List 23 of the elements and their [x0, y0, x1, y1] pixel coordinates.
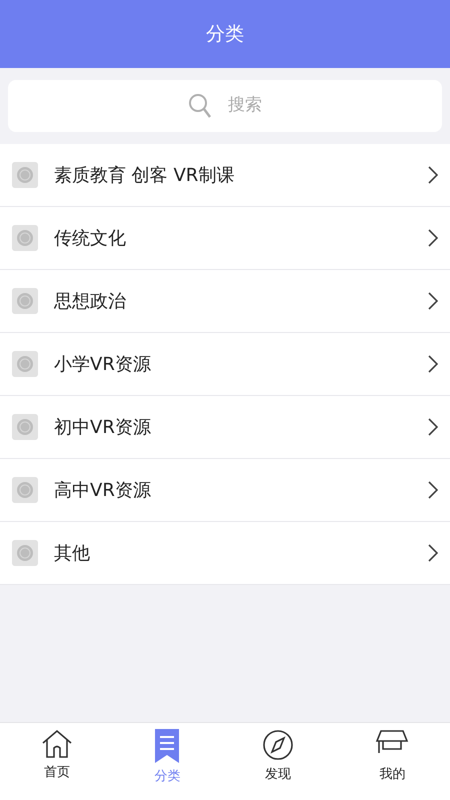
tab-button[interactable]: 分类	[114, 723, 221, 800]
search-icon	[188, 93, 212, 119]
category-row[interactable]: 初中VR资源	[0, 396, 450, 459]
tab-button[interactable]: 发现	[221, 723, 334, 800]
compass-icon	[262, 729, 294, 761]
chevron-icon	[428, 292, 438, 310]
home-icon	[40, 729, 73, 759]
tab-button[interactable]: 我的	[334, 723, 450, 800]
category-row[interactable]: 传统文化	[0, 207, 450, 270]
category-row[interactable]: 高中VR资源	[0, 459, 450, 522]
chevron-icon	[428, 544, 438, 562]
list-icon	[155, 729, 180, 763]
category-row[interactable]: 小学VR资源	[0, 333, 450, 396]
chevron-icon	[428, 229, 438, 247]
chevron-icon	[428, 481, 438, 499]
category-row[interactable]: 思想政治	[0, 270, 450, 333]
chevron-icon	[428, 418, 438, 436]
category-row[interactable]: 素质教育 创客 VR制课	[0, 144, 450, 207]
tab-button[interactable]: 首页	[0, 723, 114, 800]
category-row[interactable]: 其他	[0, 522, 450, 585]
chevron-icon	[428, 355, 438, 373]
header-title: 分类	[206, 22, 244, 47]
chevron-icon	[428, 166, 438, 184]
